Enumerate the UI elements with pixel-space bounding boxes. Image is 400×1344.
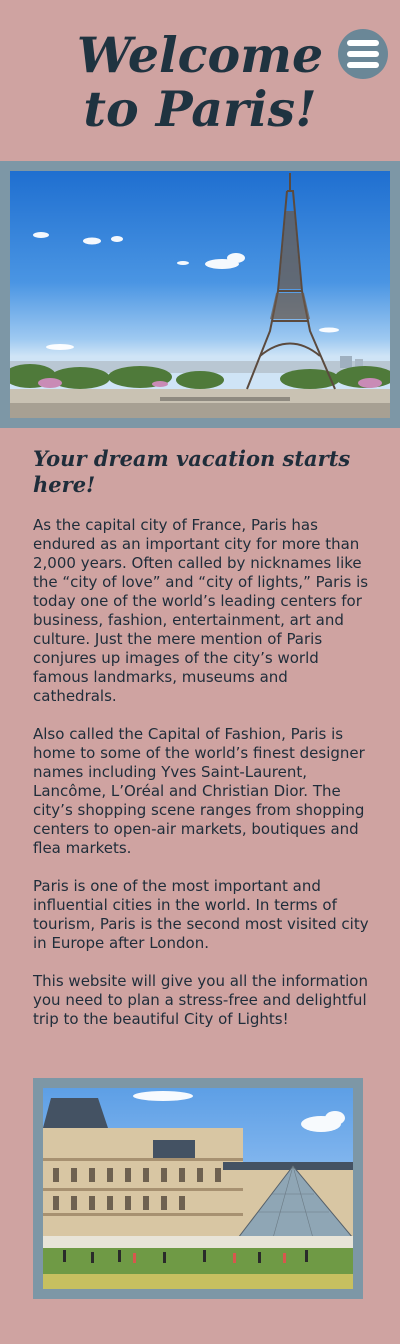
- menu-bar: [347, 62, 379, 68]
- hamburger-menu-icon[interactable]: [338, 29, 388, 79]
- louvre-museum-image: [43, 1088, 353, 1289]
- header: Welcome to Paris!: [0, 0, 400, 160]
- eiffel-tower-image: [10, 171, 390, 418]
- hero-image-frame: [0, 161, 400, 428]
- louvre-image-frame: [33, 1078, 363, 1299]
- section-heading: Your dream vacation starts here!: [33, 446, 351, 497]
- menu-bar: [347, 51, 379, 57]
- website-paragraph: This website will give you all the infor…: [33, 972, 368, 1028]
- menu-bar: [347, 40, 379, 46]
- eiffel-tower-illustration: [10, 173, 390, 418]
- intro-paragraph: As the capital city of France, Paris has…: [33, 516, 369, 705]
- louvre-illustration: [43, 1091, 353, 1289]
- fashion-paragraph: Also called the Capital of Fashion, Pari…: [33, 725, 365, 857]
- main-content: Your dream vacation starts here! As the …: [33, 446, 369, 1048]
- tourism-paragraph: Paris is one of the most important and i…: [33, 877, 369, 952]
